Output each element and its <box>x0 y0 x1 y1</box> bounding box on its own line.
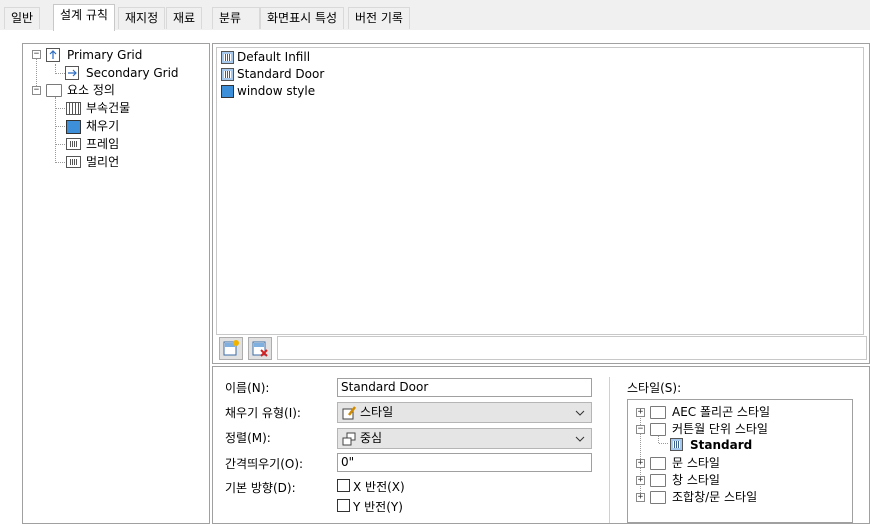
expand-toggle-icon[interactable]: + <box>636 493 645 502</box>
tree-item-secondary-grid[interactable]: Secondary Grid <box>86 64 179 82</box>
folder-icon <box>650 491 666 504</box>
tree-line <box>56 108 65 109</box>
chevron-down-icon <box>575 436 585 442</box>
infill-panel: Default Infill Standard Door window styl… <box>212 43 870 364</box>
grid-icon <box>46 48 60 62</box>
tree-item-window-styles[interactable]: 창 스타일 <box>672 471 720 489</box>
list-item[interactable]: Default Infill <box>237 49 310 66</box>
tree-item-mullions[interactable]: 멀리언 <box>86 153 119 171</box>
infill-list[interactable]: Default Infill Standard Door window styl… <box>216 47 864 335</box>
collapse-toggle-icon[interactable]: − <box>32 50 41 59</box>
name-label: 이름(N): <box>225 381 270 395</box>
tab-classification[interactable]: 분류 <box>212 7 260 29</box>
collapse-toggle-icon[interactable]: − <box>32 86 41 95</box>
delete-infill-button[interactable] <box>248 337 272 360</box>
tab-materials[interactable]: 재료 <box>166 7 203 29</box>
alignment-label: 정렬(M): <box>225 431 271 445</box>
properties-panel: 이름(N): Standard Door 채우기 유형(I): 스타일 정렬(M… <box>212 366 870 524</box>
expand-toggle-icon[interactable]: + <box>636 459 645 468</box>
tree-item-element-definitions[interactable]: 요소 정의 <box>67 81 115 99</box>
frame-icon <box>66 138 81 150</box>
list-item[interactable]: Standard Door <box>237 66 324 83</box>
grid-icon <box>65 66 79 80</box>
tree-line <box>56 73 65 74</box>
infill-style-icon <box>221 68 234 81</box>
alignment-value: 중심 <box>360 431 383 445</box>
chevron-down-icon <box>575 410 585 416</box>
element-tree-panel: − Primary Grid Secondary Grid − 요소 정의 부속… <box>22 43 210 524</box>
collapse-toggle-icon[interactable]: − <box>636 425 645 434</box>
style-tree-label: 스타일(S): <box>627 381 682 395</box>
offset-field[interactable]: 0" <box>337 453 592 472</box>
folder-icon <box>650 457 666 470</box>
flip-x-label[interactable]: X 반전(X) <box>353 478 405 495</box>
list-item[interactable]: window style <box>237 83 315 100</box>
folder-icon <box>46 84 62 97</box>
tab-bar: 일반 설계 규칙 재지정 재료 분류 화면표시 특성 버전 기록 <box>0 0 870 31</box>
tab-general[interactable]: 일반 <box>4 7 41 29</box>
style-tree[interactable]: + AEC 폴리곤 스타일 − 커튼월 단위 스타일 Standard + 문 … <box>627 399 853 523</box>
tree-item-primary-grid[interactable]: Primary Grid <box>67 46 142 64</box>
tab-design-rules[interactable]: 설계 규칙 <box>53 4 115 31</box>
toolbar-strip <box>277 336 867 360</box>
divider <box>609 377 610 523</box>
tree-item-polygon-styles[interactable]: AEC 폴리곤 스타일 <box>672 403 770 421</box>
tree-item-door-window-assembly-styles[interactable]: 조합창/문 스타일 <box>672 488 757 506</box>
new-infill-button[interactable] <box>219 337 243 360</box>
expand-toggle-icon[interactable]: + <box>636 408 645 417</box>
infill-style-icon <box>221 51 234 64</box>
divisions-icon <box>66 102 81 115</box>
orientation-label: 기본 방향(D): <box>225 481 296 495</box>
tree-line <box>55 97 56 163</box>
offset-label: 간격띄우기(O): <box>225 457 304 471</box>
folder-icon <box>650 474 666 487</box>
expand-toggle-icon[interactable]: + <box>636 476 645 485</box>
flip-y-label[interactable]: Y 반전(Y) <box>353 498 403 515</box>
tree-line <box>659 443 668 444</box>
tree-line <box>56 162 65 163</box>
tree-item-door-styles[interactable]: 문 스타일 <box>672 454 720 472</box>
alignment-select[interactable]: 중심 <box>337 428 592 449</box>
infill-type-select[interactable]: 스타일 <box>337 402 592 423</box>
folder-icon <box>650 423 666 436</box>
tree-item-divisions[interactable]: 부속건물 <box>86 99 130 117</box>
tab-version-history[interactable]: 버전 기록 <box>348 7 410 29</box>
flip-x-checkbox[interactable] <box>337 479 350 492</box>
curtainwall-unit-icon <box>670 438 683 451</box>
style-pencil-icon <box>342 406 356 420</box>
infill-type-value: 스타일 <box>360 405 394 419</box>
mullion-icon <box>66 156 81 168</box>
tab-display-props[interactable]: 화면표시 특성 <box>260 7 345 29</box>
tree-item-frames[interactable]: 프레임 <box>86 135 119 153</box>
tree-item-infills[interactable]: 채우기 <box>86 117 119 135</box>
infill-type-label: 채우기 유형(I): <box>225 406 301 420</box>
tree-line <box>56 126 65 127</box>
tree-line <box>56 144 65 145</box>
flip-y-checkbox[interactable] <box>337 499 350 512</box>
infill-icon <box>66 120 81 134</box>
infill-simple-icon <box>221 85 234 98</box>
tree-item-standard[interactable]: Standard <box>690 436 752 454</box>
alignment-icon <box>342 432 356 446</box>
name-field[interactable]: Standard Door <box>337 378 592 397</box>
folder-icon <box>650 406 666 419</box>
tab-overrides[interactable]: 재지정 <box>118 7 166 29</box>
